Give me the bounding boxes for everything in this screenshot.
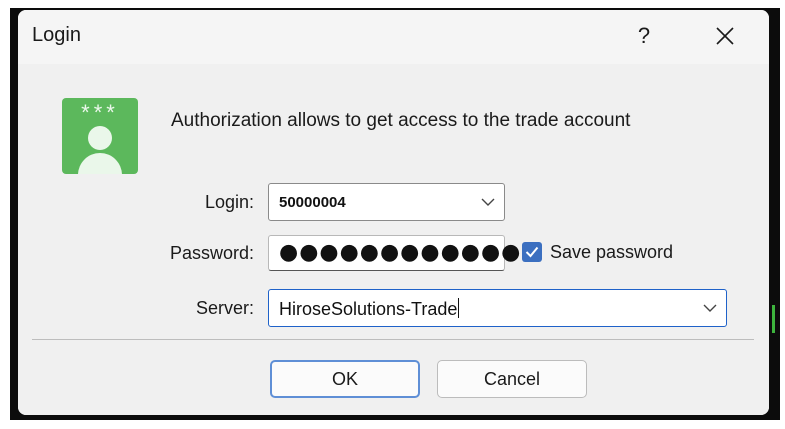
cancel-button[interactable]: Cancel (437, 360, 587, 398)
help-button[interactable]: ? (621, 14, 667, 58)
login-label: Login: (204, 192, 254, 212)
password-label: Password: (169, 243, 254, 263)
chart-fragment (772, 305, 775, 333)
checkmark-icon (525, 246, 539, 258)
server-combobox[interactable]: HiroseSolutions-Trade (268, 289, 727, 327)
password-value: ●●●●●●●●●●●● (279, 240, 522, 265)
text-caret (458, 298, 460, 318)
save-password-checkbox[interactable] (522, 242, 542, 262)
icon-head (88, 126, 112, 150)
login-value: 50000004 (279, 194, 346, 211)
user-password-icon: *** (62, 98, 138, 174)
save-password-label[interactable]: Save password (550, 242, 673, 263)
icon-stars: *** (81, 100, 119, 125)
button-divider (32, 339, 754, 340)
chevron-down-icon[interactable] (702, 303, 718, 313)
password-field[interactable]: ●●●●●●●●●●●● (268, 235, 520, 271)
server-value-wrap: HiroseSolutions-Trade (279, 298, 460, 320)
login-dialog: Login ? *** Authorization allows to get … (18, 10, 769, 415)
login-combobox[interactable]: 50000004 (268, 183, 505, 221)
server-label: Server: (195, 298, 254, 318)
close-button[interactable] (702, 14, 748, 58)
dialog-title: Login (32, 24, 81, 46)
title-bar: Login ? (18, 10, 769, 64)
authorization-message: Authorization allows to get access to th… (171, 110, 631, 131)
close-icon (716, 27, 734, 45)
server-value: HiroseSolutions-Trade (279, 299, 458, 319)
chevron-down-icon[interactable] (480, 197, 496, 207)
icon-body (78, 153, 122, 174)
ok-button[interactable]: OK (270, 360, 420, 398)
